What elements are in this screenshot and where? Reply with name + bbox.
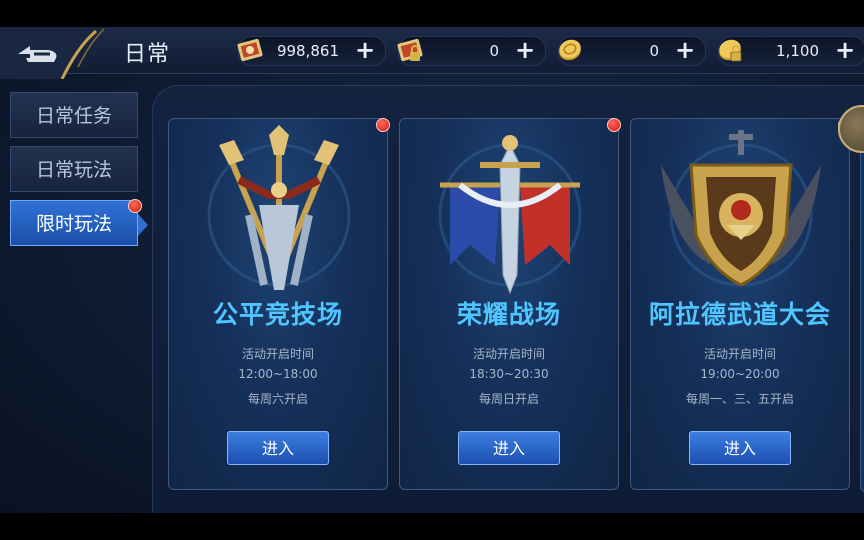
event-card-glory-battlefield[interactable]: 荣耀战场 活动开启时间 18:30~20:30 每周日开启 进入 <box>399 118 621 490</box>
voucher-count: 998,861 <box>276 42 339 60</box>
enter-button[interactable]: 进入 <box>227 431 329 465</box>
schedule-time: 18:30~20:30 <box>469 367 549 381</box>
event-card-arad-tournament[interactable]: 阿拉德武道大会 活动开启时间 19:00~20:00 每周一、三、五开启 进入 <box>630 118 852 490</box>
tab-daily-modes[interactable]: 日常玩法 <box>10 146 138 192</box>
schedule-label: 活动开启时间 <box>472 347 545 361</box>
active-tab-pointer <box>138 214 148 236</box>
notification-dot <box>376 118 390 132</box>
locked-coin-icon <box>719 39 742 62</box>
event-card-fair-arena[interactable]: 公平竞技场 活动开启时间 12:00~18:00 每周六开启 进入 <box>168 118 390 490</box>
gold-coin-icon <box>559 39 581 61</box>
resource-locked-gold: 1,100 + <box>718 36 864 66</box>
locked-voucher-count: 0 <box>489 42 499 60</box>
tab-label: 日常玩法 <box>35 159 112 181</box>
schedule-days: 每周六开启 <box>247 392 308 406</box>
back-button[interactable] <box>0 27 112 79</box>
schedule-label: 活动开启时间 <box>241 347 314 361</box>
locked-scroll-icon <box>397 38 423 62</box>
scroll-voucher-icon <box>237 38 263 62</box>
game-window: 日常 998,861 + 0 + 0 + 1,100 + 日常任务 日常玩法 限… <box>0 27 864 513</box>
schedule-label: 活动开启时间 <box>703 347 776 361</box>
enter-button[interactable]: 进入 <box>689 431 791 465</box>
game-screen: { "header": { "title": "日常" }, "resource… <box>0 0 864 540</box>
add-gold-button[interactable]: + <box>673 38 697 63</box>
event-title: 公平竞技场 <box>212 300 343 329</box>
enter-button[interactable]: 进入 <box>458 431 560 465</box>
tridents-emblem-icon <box>207 125 351 290</box>
add-voucher-button[interactable]: + <box>353 38 377 63</box>
tab-limited-modes[interactable]: 限时玩法 <box>10 200 138 246</box>
event-title: 阿拉德武道大会 <box>648 300 831 329</box>
resource-voucher: 998,861 + <box>237 36 386 66</box>
banner-sword-emblem-icon <box>438 135 582 295</box>
shield-emblem-icon <box>661 130 821 287</box>
event-card-partial[interactable] <box>860 118 864 492</box>
schedule-days: 每周日开启 <box>478 392 539 406</box>
schedule-days: 每周一、三、五开启 <box>685 392 794 406</box>
tab-label: 限时玩法 <box>35 213 112 235</box>
tab-label: 日常任务 <box>35 105 112 127</box>
notification-dot <box>128 199 142 213</box>
add-locked-gold-button[interactable]: + <box>833 38 857 63</box>
tab-daily-tasks[interactable]: 日常任务 <box>10 92 138 138</box>
page-title: 日常 <box>124 42 171 67</box>
schedule-time: 19:00~20:00 <box>700 367 780 381</box>
event-title: 荣耀战场 <box>456 300 561 329</box>
top-bar: 日常 998,861 + 0 + 0 + 1,100 + <box>0 27 864 79</box>
add-locked-voucher-button[interactable]: + <box>513 38 537 63</box>
locked-gold-count: 1,100 <box>776 42 819 60</box>
gold-count: 0 <box>649 42 659 60</box>
schedule-time: 12:00~18:00 <box>238 367 318 381</box>
resource-gold: 0 + <box>558 36 706 66</box>
notification-dot <box>607 118 621 132</box>
resource-locked-voucher: 0 + <box>397 36 546 66</box>
